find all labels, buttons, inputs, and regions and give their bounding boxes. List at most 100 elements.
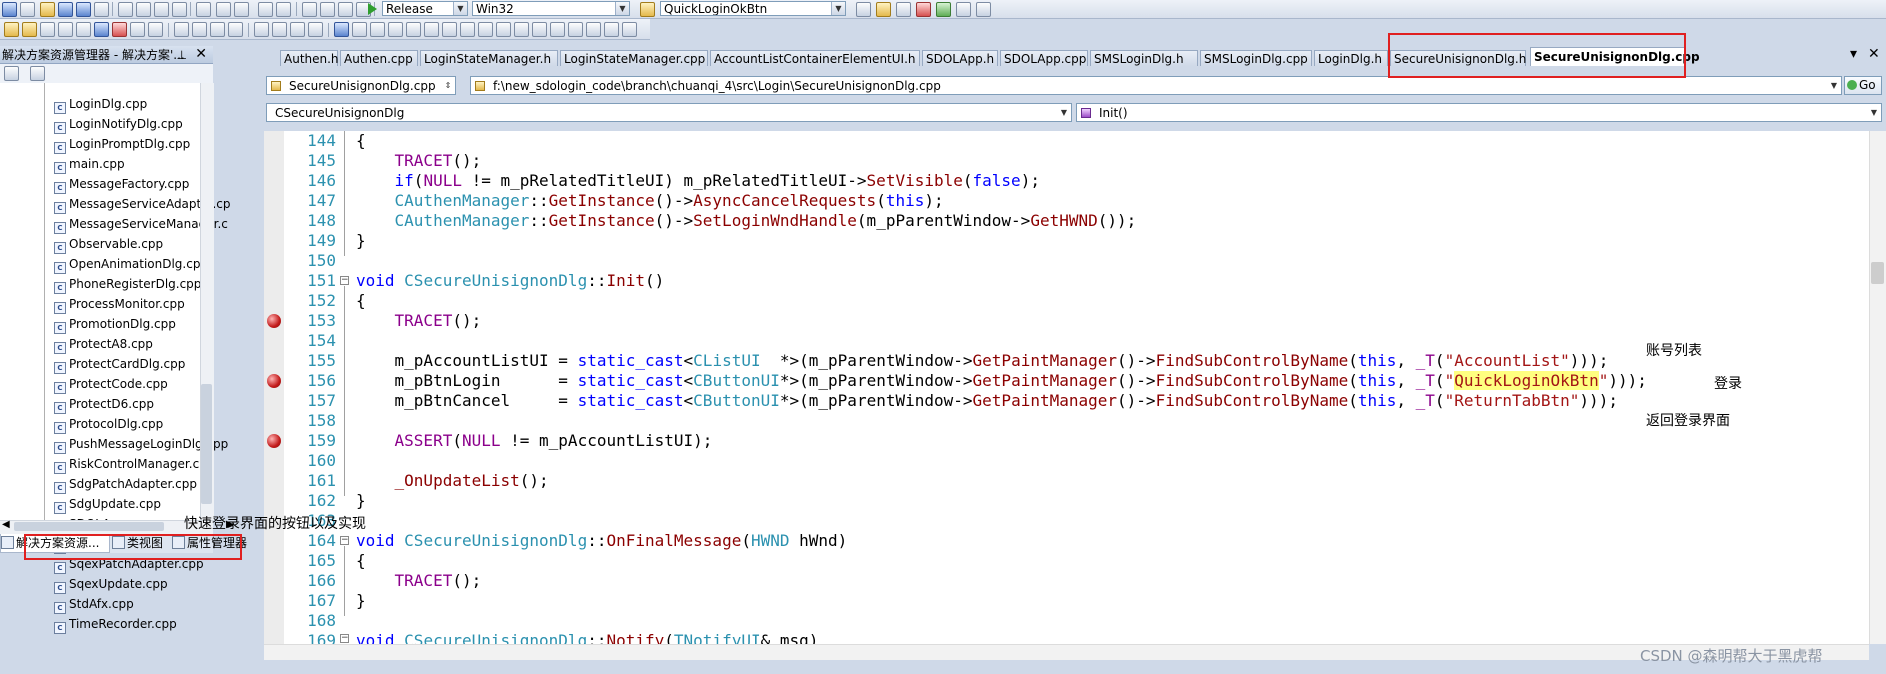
dialog-button-icon[interactable]	[334, 22, 349, 37]
tree-file-item[interactable]: C SdgUpdate.cpp	[54, 496, 161, 514]
picture-control-icon[interactable]	[478, 22, 493, 37]
new-project-icon[interactable]	[2, 2, 17, 17]
code-line-169[interactable]: void CSecureUnisignonDlg::Notify(TNotify…	[356, 631, 818, 644]
build-icon[interactable]	[4, 22, 19, 37]
toolbar-options-icon[interactable]	[976, 2, 991, 17]
cancel-build-icon[interactable]	[40, 22, 55, 37]
fold-toggle-icon[interactable]: −	[340, 634, 349, 643]
doc-tab[interactable]: LoginStateManager.h	[420, 50, 558, 66]
paste-icon[interactable]	[136, 2, 151, 17]
start-debug-icon[interactable]	[368, 3, 377, 15]
align-center-icon[interactable]	[192, 22, 207, 37]
code-line-167[interactable]: }	[356, 591, 366, 611]
align-right-icon[interactable]	[210, 22, 225, 37]
tree-file-item[interactable]: C LoginPromptDlg.cpp	[54, 136, 190, 154]
code-line-161[interactable]: _OnUpdateList();	[356, 471, 549, 491]
group-box-icon[interactable]	[424, 22, 439, 37]
tab-list-icon[interactable]: ▾	[1850, 46, 1857, 62]
tree-file-item[interactable]: C StdAfx.cpp	[54, 596, 134, 614]
pin-icon[interactable]: ⊥	[177, 46, 187, 63]
doc-tab[interactable]: Authen.cpp	[340, 50, 418, 66]
properties-icon[interactable]	[876, 2, 891, 17]
code-line-144[interactable]: {	[356, 131, 366, 151]
hot-key-icon[interactable]	[568, 22, 583, 37]
tree-file-item[interactable]: C LoginDlg.cpp	[54, 96, 147, 114]
next-bookmark-icon[interactable]	[76, 22, 91, 37]
solution-hscroll-thumb[interactable]	[14, 522, 164, 531]
same-width-icon[interactable]	[254, 22, 269, 37]
grid-icon[interactable]	[308, 22, 323, 37]
toolbar-overflow-icon[interactable]	[622, 22, 637, 37]
save-icon[interactable]	[58, 2, 73, 17]
doc-tab[interactable]: LoginDlg.h	[1314, 50, 1388, 66]
tree-file-item[interactable]: Cmain.cpp	[54, 156, 125, 174]
tree-file-item[interactable]: C PromotionDlg.cpp	[54, 316, 176, 334]
static-text-icon[interactable]	[460, 22, 475, 37]
file-select[interactable]: SecureUnisignonDlg.cpp ⇕	[266, 76, 456, 95]
object-browser-icon[interactable]	[896, 2, 911, 17]
code-line-157[interactable]: m_pBtnCancel = static_cast<CButtonUI*>(m…	[356, 391, 1618, 411]
doc-tab[interactable]: SMSLoginDlg.h	[1090, 50, 1198, 66]
doc-tab[interactable]: AccountListContainerElementUI.h	[710, 50, 920, 66]
tree-file-item[interactable]: C TimeRecorder.cpp	[54, 616, 177, 634]
redo-icon[interactable]	[234, 2, 249, 17]
tree-file-item[interactable]: C ProtectCardDlg.cpp	[54, 356, 185, 374]
tree-control-icon[interactable]	[604, 22, 619, 37]
comment-icon[interactable]	[338, 2, 353, 17]
code-line-151[interactable]: void CSecureUnisignonDlg::Init()	[356, 271, 664, 291]
doc-tab[interactable]: Authen.h	[280, 50, 339, 66]
code-line-162[interactable]: }	[356, 491, 366, 511]
doc-tab[interactable]: SMSLoginDlg.cpp	[1200, 50, 1312, 66]
open-icon[interactable]	[40, 2, 55, 17]
check-box-icon[interactable]	[352, 22, 367, 37]
align-top-icon[interactable]	[228, 22, 243, 37]
code-line-149[interactable]: }	[356, 231, 366, 251]
go-button[interactable]: Go	[1844, 76, 1882, 95]
code-line-146[interactable]: if(NULL != m_pRelatedTitleUI) m_pRelated…	[356, 171, 1040, 191]
same-height-icon[interactable]	[272, 22, 287, 37]
same-size-icon[interactable]	[290, 22, 305, 37]
tree-file-item[interactable]: C Observable.cpp	[54, 236, 163, 254]
code-line-148[interactable]: CAuthenManager::GetInstance()->SetLoginW…	[356, 211, 1137, 231]
outdent-icon[interactable]	[302, 2, 317, 17]
show-all-files-icon[interactable]	[4, 66, 19, 81]
format-selection-icon[interactable]	[148, 22, 163, 37]
close-icon[interactable]: ✕	[195, 46, 207, 63]
editor-scrollbar-thumb[interactable]	[1871, 262, 1884, 284]
doc-tab[interactable]: LoginStateManager.cpp	[560, 50, 708, 66]
configuration-select[interactable]: Release ▼	[382, 1, 468, 16]
tree-file-item[interactable]: C SqexUpdate.cpp	[54, 576, 168, 594]
find-in-files-icon[interactable]	[640, 2, 655, 17]
tree-file-item[interactable]: C ProtocolDlg.cpp	[54, 416, 163, 434]
copy-icon[interactable]	[118, 2, 133, 17]
undo-icon[interactable]	[216, 2, 231, 17]
tree-file-item[interactable]: C ProtectCode.cpp	[54, 376, 168, 394]
search-icon[interactable]	[856, 2, 871, 17]
code-line-166[interactable]: TRACET();	[356, 571, 482, 591]
code-line-164[interactable]: void CSecureUnisignonDlg::OnFinalMessage…	[356, 531, 847, 551]
scrollbar-control-icon[interactable]	[496, 22, 511, 37]
prev-bookmark-icon[interactable]	[94, 22, 109, 37]
solution-scrollbar-thumb[interactable]	[201, 384, 212, 504]
navigate-back-icon[interactable]	[258, 2, 273, 17]
navigate-forward-icon[interactable]	[276, 2, 291, 17]
path-select[interactable]: f:\new_sdologin_code\branch\chuanqi_4\sr…	[470, 76, 1842, 95]
tree-file-item[interactable]: C LoginNotifyDlg.cpp	[54, 116, 183, 134]
code-line-156[interactable]: m_pBtnLogin = static_cast<CButtonUI*>(m_…	[356, 371, 1647, 391]
code-line-165[interactable]: {	[356, 551, 366, 571]
code-line-152[interactable]: {	[356, 291, 366, 311]
breakpoint-icon[interactable]	[267, 314, 281, 328]
spell-icon[interactable]	[172, 2, 187, 17]
progress-control-icon[interactable]	[550, 22, 565, 37]
close-document-icon[interactable]: ✕	[1868, 46, 1880, 62]
clear-bookmarks-icon[interactable]	[112, 22, 127, 37]
breakpoint-icon[interactable]	[267, 374, 281, 388]
indent-icon[interactable]	[320, 2, 335, 17]
format-icon[interactable]	[154, 2, 169, 17]
tree-file-item[interactable]: C RiskControlManager.cpp	[54, 456, 214, 474]
align-left-icon[interactable]	[174, 22, 189, 37]
code-line-153[interactable]: TRACET();	[356, 311, 482, 331]
properties-icon[interactable]	[30, 66, 45, 81]
combo-box-icon[interactable]	[388, 22, 403, 37]
window-icon[interactable]	[956, 2, 971, 17]
